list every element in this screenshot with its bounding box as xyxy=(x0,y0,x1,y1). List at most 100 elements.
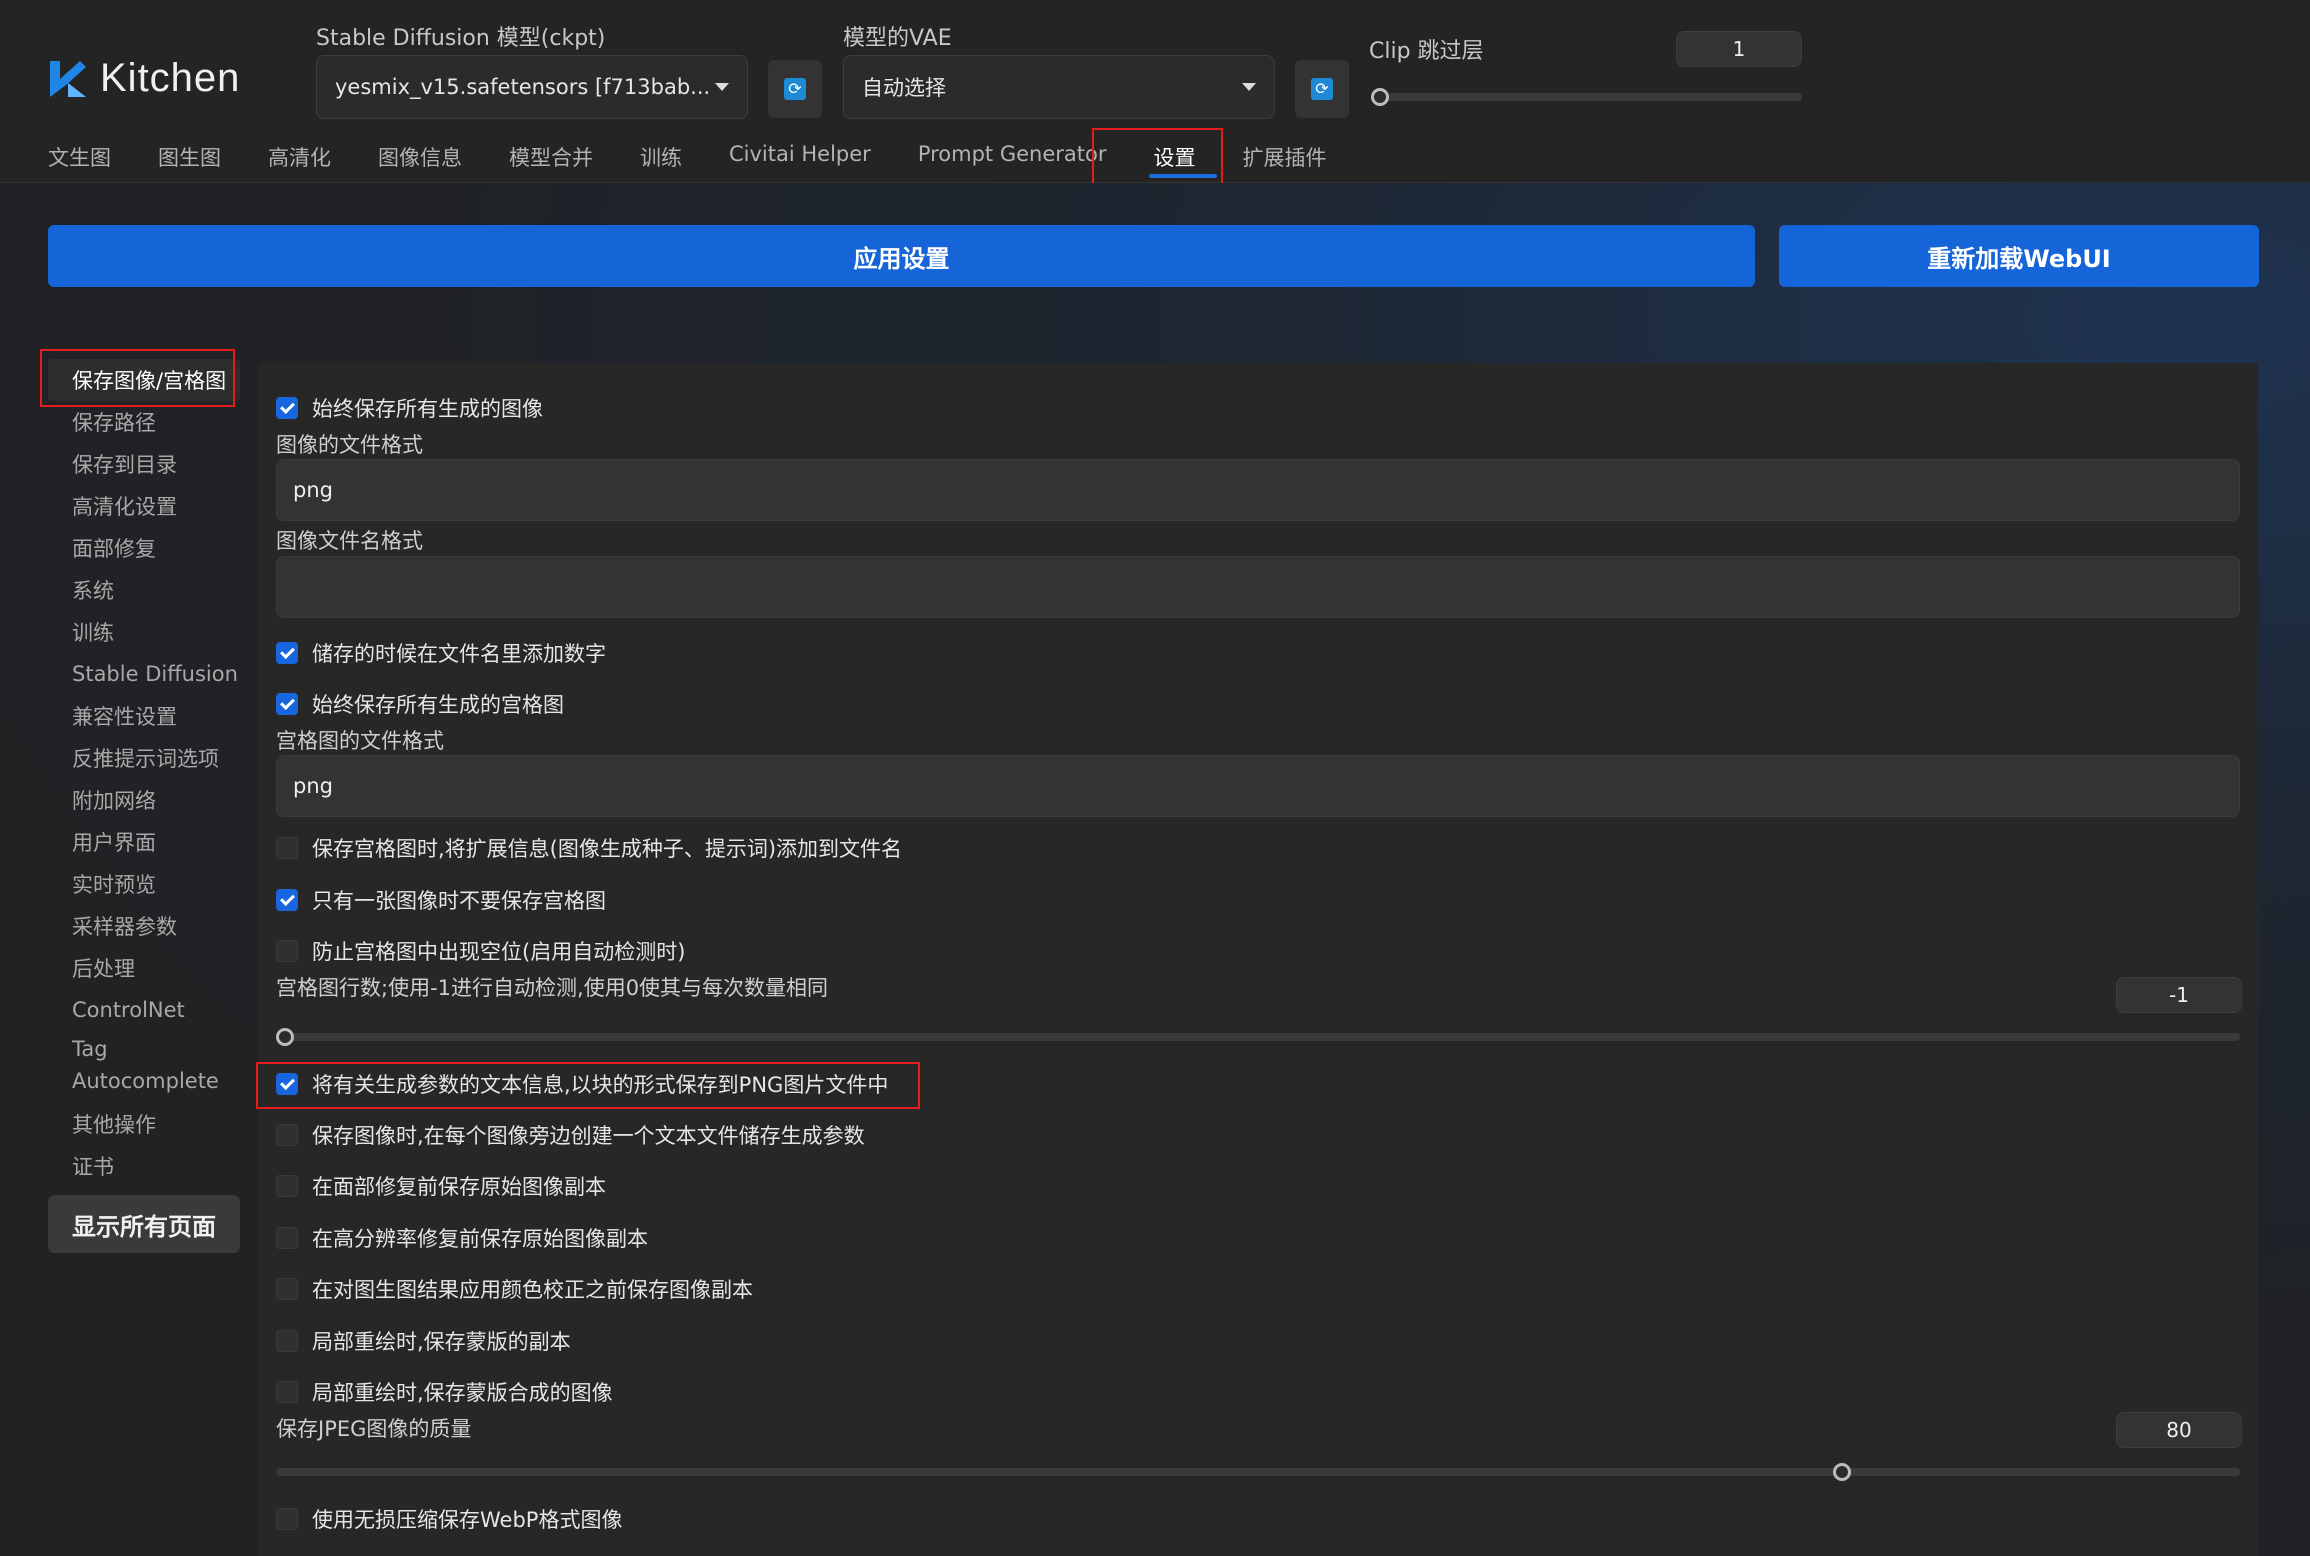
tab-png-info[interactable]: 图像信息 xyxy=(378,138,462,182)
sidebar-item-controlnet[interactable]: ControlNet xyxy=(48,989,240,1031)
checkbox-label: 在高分辨率修复前保存原始图像副本 xyxy=(312,1227,648,1251)
reload-webui-button[interactable]: 重新加载WebUI xyxy=(1779,225,2259,287)
image-format-label: 图像的文件格式 xyxy=(276,433,423,457)
sidebar-item-face-restoration[interactable]: 面部修复 xyxy=(48,527,240,569)
sidebar-item-saving-paths[interactable]: 保存路径 xyxy=(48,401,240,443)
grid-rows-slider-thumb[interactable] xyxy=(276,1028,294,1046)
checkbox-label: 使用无损压缩保存WebP格式图像 xyxy=(312,1508,623,1532)
setting-webp-lossless[interactable]: 使用无损压缩保存WebP格式图像 xyxy=(276,1504,622,1534)
settings-sidebar: 保存图像/宫格图 保存路径 保存到目录 高清化设置 面部修复 系统 训练 Sta… xyxy=(48,359,240,1253)
jpeg-quality-input[interactable]: 80 xyxy=(2116,1412,2242,1448)
sidebar-item-tag-autocomplete[interactable]: Tag Autocomplete xyxy=(48,1031,240,1103)
tab-train[interactable]: 训练 xyxy=(640,138,682,182)
checkbox-label: 局部重绘时,保存蒙版的副本 xyxy=(312,1330,571,1354)
sidebar-item-live-preview[interactable]: 实时预览 xyxy=(48,863,240,905)
setting-pnginfo[interactable]: 将有关生成参数的文本信息,以块的形式保存到PNG图片文件中 xyxy=(276,1069,888,1099)
show-all-pages-button[interactable]: 显示所有页面 xyxy=(48,1195,240,1253)
tab-civitai-helper[interactable]: Civitai Helper xyxy=(729,138,871,182)
checkbox[interactable] xyxy=(276,693,298,715)
checkbox-label: 保存宫格图时,将扩展信息(图像生成种子、提示词)添加到文件名 xyxy=(312,837,903,861)
sidebar-item-saving-to-dirs[interactable]: 保存到目录 xyxy=(48,443,240,485)
setting-before-highres-fix[interactable]: 在高分辨率修复前保存原始图像副本 xyxy=(276,1223,648,1253)
checkbox-label: 将有关生成参数的文本信息,以块的形式保存到PNG图片文件中 xyxy=(312,1073,889,1097)
main-area: 应用设置 重新加载WebUI 保存图像/宫格图 保存路径 保存到目录 高清化设置… xyxy=(0,183,2310,1556)
sidebar-item-postprocessing[interactable]: 后处理 xyxy=(48,947,240,989)
logo: Kitchen xyxy=(46,56,240,101)
chevron-down-icon xyxy=(715,83,729,91)
setting-grid-prevent-empty[interactable]: 防止宫格图中出现空位(启用自动检测时) xyxy=(276,936,685,966)
vae-select[interactable]: 自动选择 xyxy=(843,55,1275,119)
setting-grid-extended-filename[interactable]: 保存宫格图时,将扩展信息(图像生成种子、提示词)添加到文件名 xyxy=(276,833,902,863)
sidebar-item-saving-images[interactable]: 保存图像/宫格图 xyxy=(48,359,240,401)
checkbox-label: 防止宫格图中出现空位(启用自动检测时) xyxy=(312,940,686,964)
grid-format-input[interactable]: png xyxy=(276,755,2240,817)
filename-pattern-input[interactable] xyxy=(276,556,2240,618)
ckpt-refresh-button[interactable]: ⟳ xyxy=(768,60,822,118)
checkbox[interactable] xyxy=(276,1381,298,1403)
clip-skip-slider-thumb[interactable] xyxy=(1371,88,1389,106)
checkbox[interactable] xyxy=(276,837,298,859)
setting-before-color-correction[interactable]: 在对图生图结果应用颜色校正之前保存图像副本 xyxy=(276,1274,753,1304)
checkbox[interactable] xyxy=(276,1278,298,1300)
sidebar-item-actions[interactable]: 其他操作 xyxy=(48,1103,240,1145)
checkbox[interactable] xyxy=(276,1175,298,1197)
grid-rows-input[interactable]: -1 xyxy=(2116,977,2242,1013)
checkbox[interactable] xyxy=(276,1124,298,1146)
checkbox[interactable] xyxy=(276,397,298,419)
ckpt-value: yesmix_v15.safetensors [f713bab... xyxy=(335,75,711,99)
vae-refresh-button[interactable]: ⟳ xyxy=(1295,60,1349,118)
checkbox-label: 始终保存所有生成的图像 xyxy=(312,397,543,421)
tab-prompt-generator[interactable]: Prompt Generator xyxy=(918,138,1107,182)
ckpt-label: Stable Diffusion 模型(ckpt) xyxy=(316,26,606,51)
settings-panel: 始终保存所有生成的图像 图像的文件格式 png 图像文件名格式 储存的时候在文件… xyxy=(258,363,2258,1556)
setting-save-all-images[interactable]: 始终保存所有生成的图像 xyxy=(276,393,543,423)
tab-settings[interactable]: 设置 xyxy=(1149,138,1218,182)
tab-txt2img[interactable]: 文生图 xyxy=(48,138,111,182)
checkbox[interactable] xyxy=(276,1073,298,1095)
sidebar-item-training[interactable]: 训练 xyxy=(48,611,240,653)
setting-save-all-grids[interactable]: 始终保存所有生成的宫格图 xyxy=(276,689,564,719)
sidebar-item-user-interface[interactable]: 用户界面 xyxy=(48,821,240,863)
sidebar-item-upscaling[interactable]: 高清化设置 xyxy=(48,485,240,527)
jpeg-quality-label: 保存JPEG图像的质量 xyxy=(276,1417,472,1441)
sidebar-item-interrogate[interactable]: 反推提示词选项 xyxy=(48,737,240,779)
vae-label: 模型的VAE xyxy=(843,26,952,51)
tab-extensions[interactable]: 扩展插件 xyxy=(1242,138,1326,182)
setting-before-face-restore[interactable]: 在面部修复前保存原始图像副本 xyxy=(276,1171,606,1201)
sidebar-item-sampler-parameters[interactable]: 采样器参数 xyxy=(48,905,240,947)
setting-inpaint-mask[interactable]: 局部重绘时,保存蒙版的副本 xyxy=(276,1326,571,1356)
checkbox[interactable] xyxy=(276,1227,298,1249)
sidebar-item-compatibility[interactable]: 兼容性设置 xyxy=(48,695,240,737)
grid-rows-slider-track[interactable] xyxy=(276,1033,2240,1041)
filename-pattern-label: 图像文件名格式 xyxy=(276,529,423,553)
sidebar-item-stable-diffusion[interactable]: Stable Diffusion xyxy=(48,653,240,695)
setting-inpaint-composite[interactable]: 局部重绘时,保存蒙版合成的图像 xyxy=(276,1377,613,1407)
checkbox[interactable] xyxy=(276,1330,298,1352)
checkbox[interactable] xyxy=(276,889,298,911)
clip-skip-slider-track[interactable] xyxy=(1372,93,1802,101)
checkbox[interactable] xyxy=(276,642,298,664)
sidebar-item-licenses[interactable]: 证书 xyxy=(48,1145,240,1187)
jpeg-quality-slider-track[interactable] xyxy=(276,1468,2240,1476)
tab-checkpoint-merger[interactable]: 模型合并 xyxy=(509,138,593,182)
jpeg-quality-slider-thumb[interactable] xyxy=(1832,1463,1851,1481)
image-format-input[interactable]: png xyxy=(276,459,2240,521)
sidebar-item-extra-networks[interactable]: 附加网络 xyxy=(48,779,240,821)
checkbox[interactable] xyxy=(276,940,298,962)
checkbox-label: 储存的时候在文件名里添加数字 xyxy=(312,642,606,666)
clip-skip-input[interactable]: 1 xyxy=(1676,31,1802,67)
setting-add-number[interactable]: 储存的时候在文件名里添加数字 xyxy=(276,638,606,668)
tab-extras[interactable]: 高清化 xyxy=(268,138,331,182)
ckpt-select[interactable]: yesmix_v15.safetensors [f713bab... xyxy=(316,55,748,119)
checkbox[interactable] xyxy=(276,1508,298,1530)
vae-value: 自动选择 xyxy=(862,76,946,100)
checkbox-label: 保存图像时,在每个图像旁边创建一个文本文件储存生成参数 xyxy=(312,1124,865,1148)
clip-skip-label: Clip 跳过层 xyxy=(1369,39,1484,64)
sidebar-item-system[interactable]: 系统 xyxy=(48,569,240,611)
apply-settings-button[interactable]: 应用设置 xyxy=(48,225,1755,287)
setting-grid-only-if-multiple[interactable]: 只有一张图像时不要保存宫格图 xyxy=(276,885,606,915)
checkbox-label: 局部重绘时,保存蒙版合成的图像 xyxy=(312,1381,613,1405)
tab-img2img[interactable]: 图生图 xyxy=(158,138,221,182)
setting-save-txt[interactable]: 保存图像时,在每个图像旁边创建一个文本文件储存生成参数 xyxy=(276,1120,865,1150)
grid-format-label: 宫格图的文件格式 xyxy=(276,729,444,753)
